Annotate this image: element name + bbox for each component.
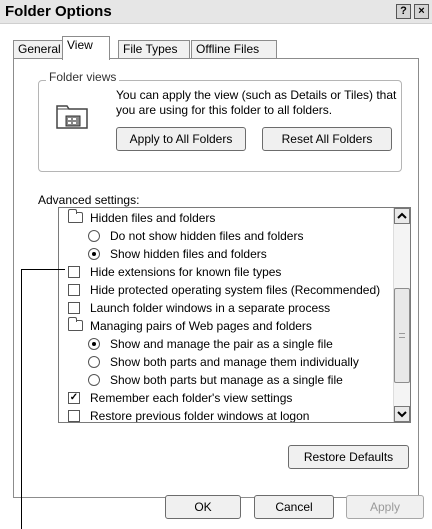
apply-button[interactable]: Apply: [346, 495, 424, 519]
help-button[interactable]: question-mark?: [396, 4, 411, 19]
checkbox-checked[interactable]: ✓: [68, 392, 80, 404]
callout-line: [21, 269, 22, 529]
reset-all-folders-button[interactable]: Reset All Folders: [262, 127, 392, 151]
checkbox[interactable]: [68, 284, 80, 296]
list-item-label: Remember each folder's view settings: [90, 391, 293, 405]
radio-button[interactable]: [88, 356, 100, 368]
folder-views-legend: Folder views: [46, 70, 120, 84]
list-item-label: Launch folder windows in a separate proc…: [90, 301, 331, 315]
restore-defaults-button[interactable]: Restore Defaults: [288, 445, 409, 469]
list-scrollbar[interactable]: [393, 208, 410, 422]
tab-view[interactable]: View: [62, 36, 110, 60]
list-item-label: Show both parts and manage them individu…: [110, 355, 359, 369]
title-bar: Folder Options question-mark? x×: [0, 0, 432, 24]
folder-icon: [68, 209, 83, 223]
radio-button[interactable]: [88, 374, 100, 386]
radio-button-selected[interactable]: [88, 248, 100, 260]
scroll-up-button[interactable]: [394, 208, 410, 224]
tab-file-types[interactable]: File Types: [118, 40, 190, 59]
list-item-label: Managing pairs of Web pages and folders: [90, 319, 312, 333]
list-item-label: Show both parts but manage as a single f…: [110, 373, 343, 387]
tab-offline-files[interactable]: Offline Files: [191, 40, 277, 59]
list-item-label: Show and manage the pair as a single fil…: [110, 337, 333, 351]
folder-options-dialog: Folder Options question-mark? x× General…: [0, 0, 432, 529]
checkbox[interactable]: [68, 302, 80, 314]
folder-views-icon: [56, 105, 88, 129]
checkbox[interactable]: [68, 410, 80, 422]
list-item-label: Restore previous folder windows at logon: [90, 409, 310, 423]
radio-button-selected[interactable]: [88, 338, 100, 350]
grip-icon: [399, 333, 405, 338]
ok-button[interactable]: OK: [165, 495, 241, 519]
chevron-up-icon: [397, 212, 407, 219]
scroll-down-button[interactable]: [394, 406, 410, 422]
list-item-label: Hidden files and folders: [90, 211, 216, 225]
advanced-settings-list[interactable]: Hidden files and folders Do not show hid…: [58, 207, 411, 423]
checkbox[interactable]: [68, 266, 80, 278]
folder-icon: [68, 317, 83, 331]
folder-views-description: You can apply the view (such as Details …: [116, 88, 397, 117]
cancel-button[interactable]: Cancel: [254, 495, 334, 519]
list-item-label: Show hidden files and folders: [110, 247, 267, 261]
list-item-label: Hide extensions for known file types: [90, 265, 282, 279]
list-item-label: Do not show hidden files and folders: [110, 229, 304, 243]
tab-general[interactable]: General: [13, 40, 63, 59]
advanced-settings-label: Advanced settings:: [38, 193, 140, 207]
apply-to-all-folders-button[interactable]: Apply to All Folders: [116, 127, 246, 151]
list-item-label: Hide protected operating system files (R…: [90, 283, 381, 297]
close-button[interactable]: x×: [414, 4, 429, 19]
callout-line: [21, 269, 65, 270]
radio-button[interactable]: [88, 230, 100, 242]
chevron-down-icon: [397, 411, 407, 418]
scroll-thumb[interactable]: [394, 288, 410, 383]
window-title: Folder Options: [5, 3, 112, 20]
